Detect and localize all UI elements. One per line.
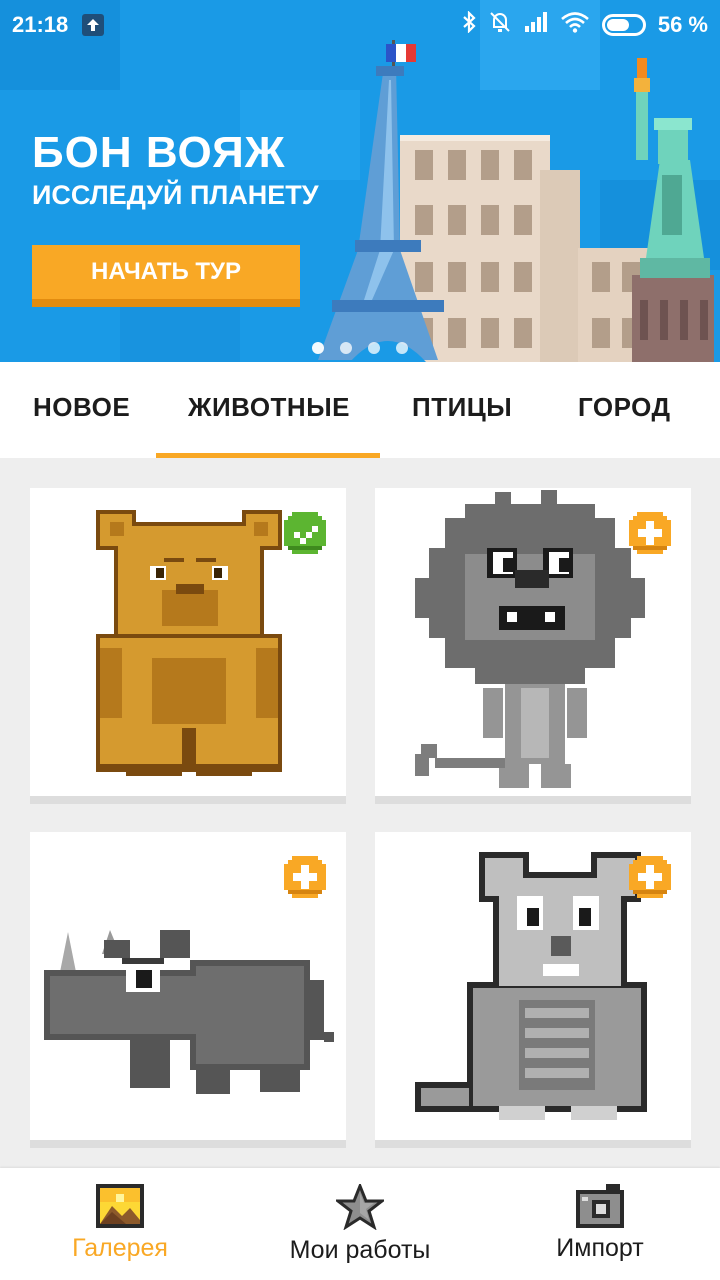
nav-gallery-label: Галерея [72, 1234, 168, 1262]
bluetooth-icon [462, 10, 476, 39]
battery-icon [601, 14, 646, 36]
artwork-card-rhino[interactable] [30, 832, 346, 1148]
completed-check-badge-icon[interactable] [284, 512, 326, 554]
battery-percent: 56 % [657, 12, 708, 37]
gallery-icon [96, 1184, 144, 1228]
artwork-card-bear[interactable] [30, 488, 346, 804]
nav-import[interactable]: Импорт [480, 1168, 720, 1280]
nav-import-label: Импорт [556, 1234, 644, 1262]
mute-icon [488, 10, 512, 40]
tab-new[interactable]: НОВОЕ [33, 392, 130, 423]
upload-notification-icon [82, 14, 105, 36]
camera-icon [576, 1184, 624, 1228]
artwork-card-lion[interactable] [375, 488, 691, 804]
category-tabs: НОВОЕ ЖИВОТНЫЕ ПТИЦЫ ГОРОД [0, 362, 720, 458]
status-bar: 21:18 56 % [0, 0, 720, 50]
add-plus-badge-icon[interactable] [284, 856, 326, 898]
star-icon [336, 1184, 384, 1230]
banner-title: БОН ВОЯЖ [32, 128, 286, 177]
bottom-navigation: Галерея Мои работы Импорт [0, 1168, 720, 1280]
tab-animals[interactable]: ЖИВОТНЫЕ [188, 392, 350, 423]
add-plus-badge-icon[interactable] [629, 512, 671, 554]
add-plus-badge-icon[interactable] [629, 856, 671, 898]
tab-birds[interactable]: ПТИЦЫ [412, 392, 512, 423]
promo-banner[interactable]: БОН ВОЯЖ ИССЛЕДУЙ ПЛАНЕТУ НАЧАТЬ ТУР [0, 0, 720, 362]
tab-city[interactable]: ГОРОД [578, 392, 671, 423]
start-tour-button[interactable]: НАЧАТЬ ТУР [32, 245, 300, 307]
signal-icon [524, 11, 548, 39]
nav-gallery[interactable]: Галерея [0, 1168, 240, 1280]
nav-my-works[interactable]: Мои работы [240, 1168, 480, 1280]
nav-my-works-label: Мои работы [289, 1236, 431, 1264]
wifi-icon [560, 11, 590, 39]
app-screen: БОН ВОЯЖ ИССЛЕДУЙ ПЛАНЕТУ НАЧАТЬ ТУР 21:… [0, 0, 720, 1280]
carousel-dot[interactable] [340, 342, 352, 354]
carousel-dots [312, 342, 408, 354]
carousel-dot[interactable] [368, 342, 380, 354]
clock: 21:18 [12, 12, 69, 37]
artwork-card-mouse[interactable] [375, 832, 691, 1148]
active-tab-indicator [156, 453, 380, 458]
carousel-dot[interactable] [312, 342, 324, 354]
carousel-dot[interactable] [396, 342, 408, 354]
banner-subtitle: ИССЛЕДУЙ ПЛАНЕТУ [32, 180, 319, 210]
